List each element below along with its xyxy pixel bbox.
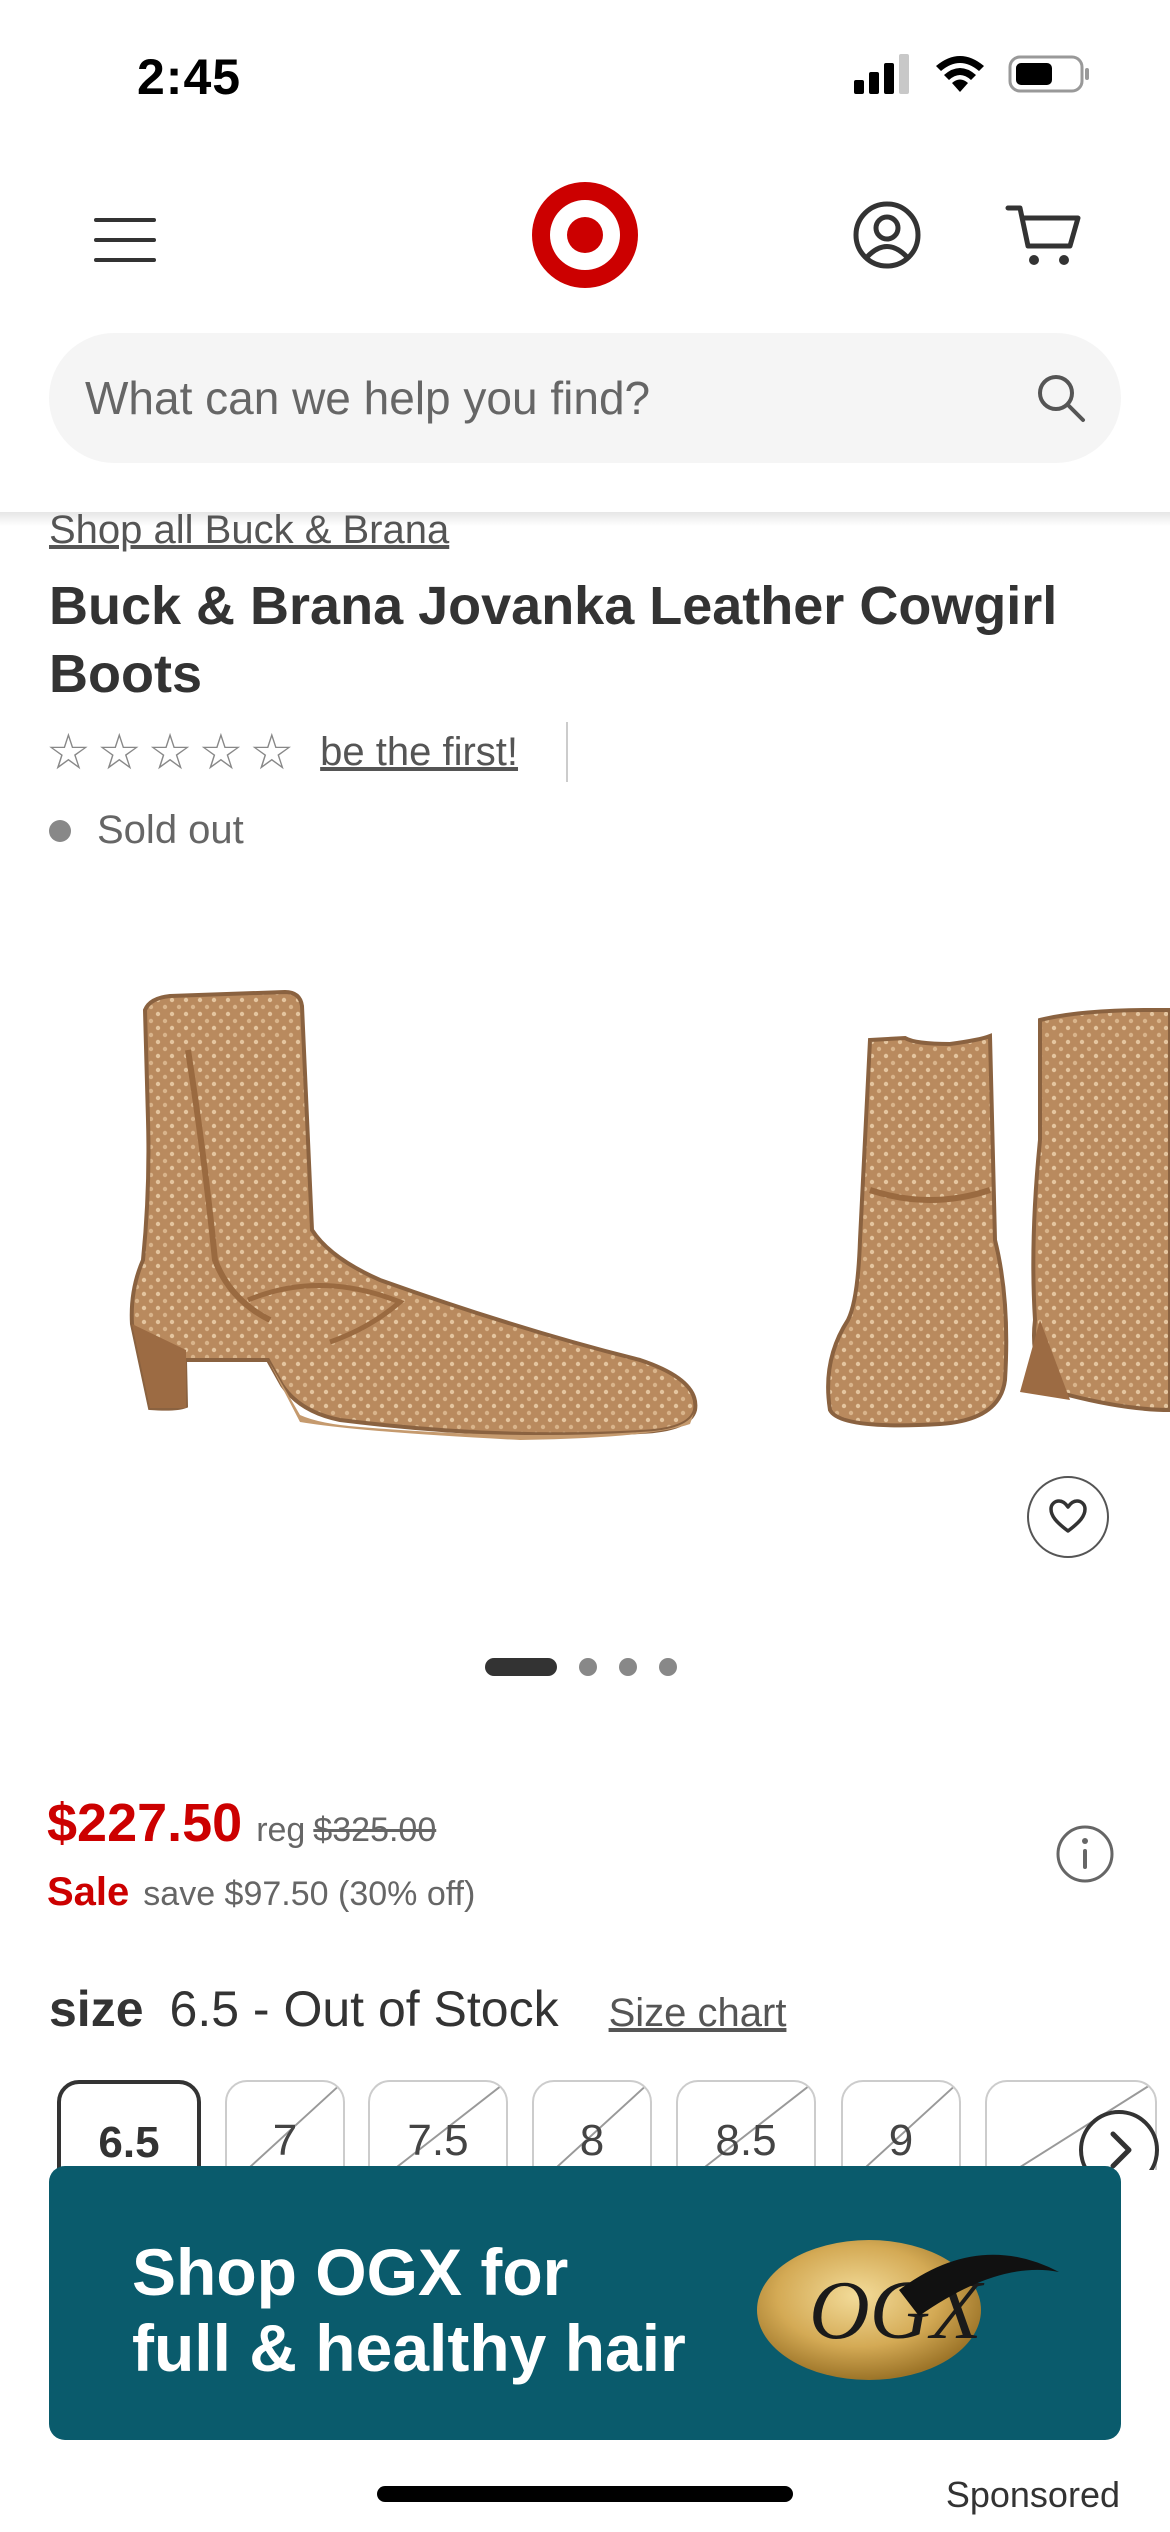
ad-headline-line-2: full & healthy hair	[132, 2311, 686, 2385]
status-time: 2:45	[137, 49, 242, 105]
size-option-label: 8.5	[715, 2116, 777, 2165]
size-scroll-next-button[interactable]	[1079, 2110, 1159, 2170]
size-chart-link[interactable]: Size chart	[609, 1991, 787, 2036]
stock-status-text: Sold out	[97, 808, 244, 852]
search-input[interactable]	[85, 333, 1025, 463]
info-icon	[1056, 1825, 1114, 1883]
sale-label: Sale	[47, 1870, 130, 1914]
account-button[interactable]	[852, 200, 922, 270]
ogx-logo: OGX	[757, 2240, 1059, 2380]
stock-status: Sold out	[49, 808, 244, 853]
product-image-boot-side	[40, 940, 745, 1620]
chevron-right-icon	[1110, 2131, 1132, 2169]
target-logo[interactable]	[532, 182, 638, 288]
price-info-button[interactable]	[1055, 1824, 1115, 1884]
status-bar: 2:45	[0, 0, 1170, 150]
carousel-images	[40, 940, 1170, 1620]
product-image-boot-pair	[790, 940, 1170, 1620]
search-bar	[49, 333, 1121, 463]
ad-headline: Shop OGX for full & healthy hair	[132, 2234, 686, 2386]
star-empty-icon: ☆	[147, 724, 193, 780]
size-label: size	[49, 1981, 144, 2037]
shop-all-brand-link[interactable]: Shop all Buck & Brana	[49, 508, 449, 553]
product-image-carousel[interactable]	[0, 940, 1170, 1620]
header	[0, 160, 1170, 310]
savings-text: save $97.50 (30% off)	[143, 1875, 476, 1913]
size-option-unavailable[interactable]: 7.5	[368, 2080, 508, 2170]
battery-icon	[1008, 55, 1089, 93]
menu-button[interactable]	[90, 210, 160, 270]
size-option-selected[interactable]: 6.5	[57, 2080, 201, 2170]
stock-status-dot	[49, 819, 71, 842]
home-indicator[interactable]	[377, 2486, 793, 2502]
search-button[interactable]	[1031, 368, 1091, 428]
size-option-unavailable[interactable]: 8.5	[676, 2080, 816, 2170]
sale-row: Sale save $97.50 (30% off)	[47, 1870, 475, 1915]
sponsored-ad-banner[interactable]: Shop OGX for full & healthy hair OGX	[49, 2166, 1121, 2440]
size-option-label: 6.5	[98, 2118, 160, 2167]
star-empty-icon: ☆	[249, 724, 295, 780]
target-bullseye-icon	[532, 182, 638, 288]
size-option-label: 9	[888, 2116, 914, 2165]
cellular-signal-icon	[854, 54, 909, 94]
write-review-link[interactable]: be the first!	[320, 730, 518, 775]
carousel-dot[interactable]	[619, 1658, 637, 1676]
carousel-dot[interactable]	[579, 1658, 597, 1676]
carousel-pagination	[485, 1658, 677, 1676]
star-empty-icon: ☆	[46, 724, 91, 780]
star-empty-icon: ☆	[198, 724, 244, 780]
rating-divider	[566, 722, 569, 782]
cart-button[interactable]	[1004, 200, 1084, 270]
product-title: Buck & Brana Jovanka Leather Cowgirl Boo…	[49, 576, 1058, 704]
hamburger-menu-icon	[94, 218, 156, 262]
carousel-dot-active[interactable]	[485, 1658, 557, 1676]
heart-icon	[1049, 1499, 1087, 1533]
search-icon	[1038, 375, 1085, 422]
sale-price: $227.50	[47, 1793, 243, 1853]
rating-stars[interactable]: ☆ ☆ ☆ ☆ ☆	[46, 723, 294, 781]
size-option-label: 7.5	[407, 2116, 469, 2165]
account-icon	[853, 201, 921, 269]
regular-price: $325.00	[313, 1811, 437, 1849]
status-icons	[854, 54, 1090, 94]
cart-icon	[1005, 205, 1081, 265]
star-empty-icon: ☆	[96, 724, 142, 780]
sponsored-label: Sponsored	[945, 2474, 1120, 2515]
favorite-button[interactable]	[1027, 1476, 1109, 1558]
wifi-icon	[936, 56, 984, 92]
size-option-unavailable[interactable]: 8	[532, 2080, 652, 2170]
selected-size-text: 6.5 - Out of Stock	[169, 1981, 559, 2037]
size-option-unavailable[interactable]: 7	[225, 2080, 345, 2170]
regular-price-label: reg	[256, 1811, 306, 1849]
size-row: size 6.5 - Out of Stock Size chart	[49, 1980, 786, 2038]
size-options: 6.5 7 7.5 8 8.5 9	[57, 2080, 1170, 2170]
rating-row: ☆ ☆ ☆ ☆ ☆ be the first!	[46, 722, 569, 782]
size-option-label: 7	[272, 2116, 298, 2165]
price-row: $227.50 reg $325.00	[47, 1792, 436, 1854]
size-option-unavailable[interactable]: 9	[841, 2080, 961, 2170]
size-option-label: 8	[579, 2116, 605, 2165]
ad-headline-line-1: Shop OGX for	[132, 2235, 569, 2309]
carousel-dot[interactable]	[659, 1658, 677, 1676]
